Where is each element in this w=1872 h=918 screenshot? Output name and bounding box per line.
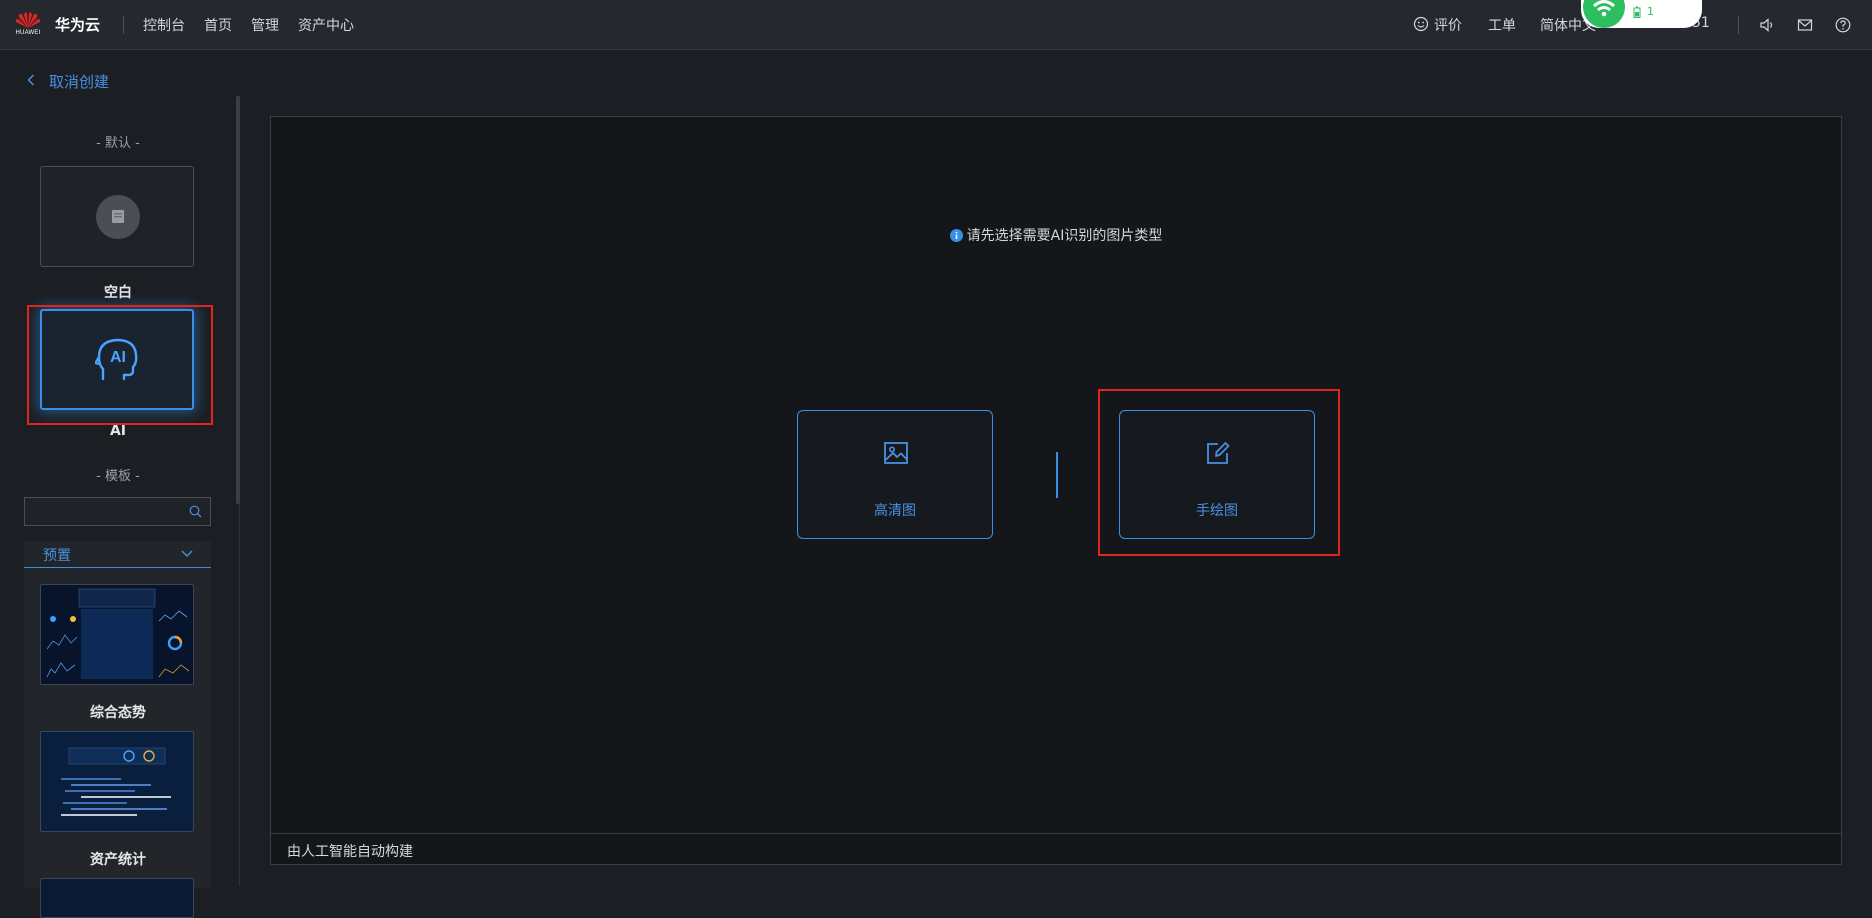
footer-text: 由人工智能自动构建 [287,844,413,860]
divider [1738,16,1739,34]
feedback-link[interactable]: 评价 [1434,15,1462,35]
wifi-icon [1583,0,1625,28]
hint-label: 请先选择需要AI识别的图片类型 [966,228,1163,244]
blank-template-label: 空白 [104,285,132,301]
mail-icon[interactable] [1796,16,1814,34]
template-thumbnail-asset-stats[interactable] [40,731,194,832]
huawei-logo[interactable]: HUAWEI [13,9,43,41]
highlight-box [27,305,213,425]
highlight-box [1098,389,1340,556]
option-divider [1056,452,1058,498]
divider [123,16,124,34]
nav-console[interactable]: 控制台 [143,15,185,35]
footer-divider [271,833,1841,834]
section-template-label: - 模板 - [96,469,140,484]
nav-assets[interactable]: 资产中心 [298,15,354,35]
ticket-link[interactable]: 工单 [1488,15,1516,35]
ai-template-label: AI [109,423,127,439]
nav-home[interactable]: 首页 [204,15,232,35]
template-thumbnail-more[interactable] [40,878,194,918]
brand-name[interactable]: 华为云 [55,14,100,35]
logo-text: HUAWEI [15,30,41,36]
template-label-asset-stats: 资产统计 [90,852,146,868]
chevron-down-icon [181,550,193,557]
ai-recognition-panel: 请先选择需要AI识别的图片类型 高清图 手绘图 由人工智能自动构建 [270,116,1842,865]
search-input[interactable] [31,502,185,522]
huawei-logo-icon [15,12,41,28]
network-popup[interactable]: 1 [1581,0,1702,28]
blank-template-card[interactable] [40,166,194,267]
blank-page-icon [96,195,140,239]
hd-image-option[interactable]: 高清图 [797,410,993,539]
hint-text: 请先选择需要AI识别的图片类型 [271,225,1841,245]
sidebar-scrollbar[interactable] [236,96,240,504]
category-dropdown[interactable]: 预置 [24,542,211,568]
section-default-label: - 默认 - [96,136,140,151]
chevron-left-icon [27,73,35,90]
help-icon[interactable] [1834,16,1852,34]
template-search [24,497,211,526]
category-selected: 预置 [43,548,71,564]
search-icon[interactable] [189,505,202,518]
smile-icon[interactable] [1413,16,1429,32]
cancel-create-button[interactable]: 取消创建 [27,71,109,92]
device-count: 1 [1647,5,1654,18]
hd-image-label: 高清图 [874,503,916,519]
template-label-overview: 综合态势 [90,705,146,721]
speaker-icon[interactable] [1758,16,1776,34]
template-thumbnail-overview[interactable] [40,584,194,685]
image-icon [884,442,908,464]
battery-icon [1633,6,1641,18]
cancel-create-label: 取消创建 [49,73,110,91]
info-icon [949,229,963,242]
top-nav: 控制台 首页 管理 资产中心 [143,15,373,35]
nav-manage[interactable]: 管理 [251,15,279,35]
